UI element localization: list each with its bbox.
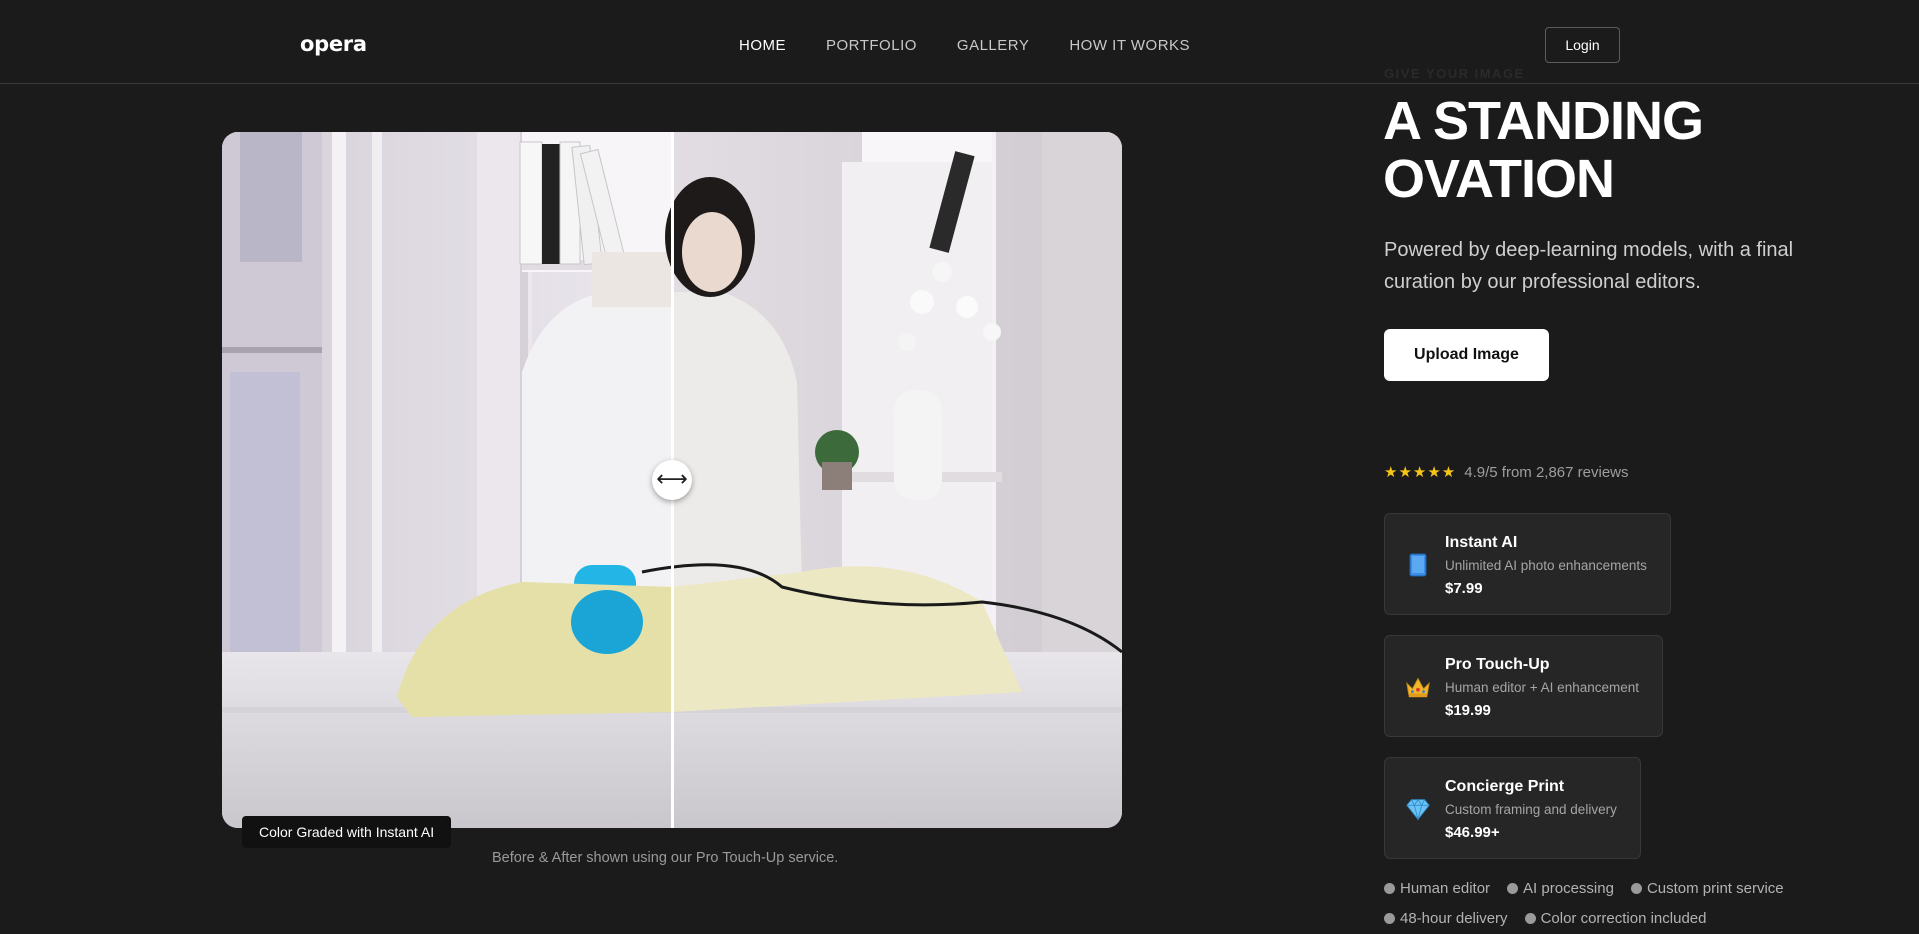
plan-card-pro-touch-up[interactable]: Pro Touch-Up Human editor + AI enhanceme… xyxy=(1384,635,1663,737)
feature-item: Human editor xyxy=(1384,880,1490,897)
nav-gallery[interactable]: GALLERY xyxy=(957,37,1029,54)
nav-home[interactable]: HOME xyxy=(739,37,786,54)
hero-subtitle: Powered by deep-learning models, with a … xyxy=(1384,239,1794,293)
tablet-icon xyxy=(1405,552,1431,578)
hero-title: A STANDING OVATION xyxy=(1383,91,1704,209)
hero-eyebrow: GIVE YOUR IMAGE xyxy=(1384,66,1525,81)
upload-image-button[interactable]: Upload Image xyxy=(1384,329,1549,381)
star-rating-icon: ★★★★★ xyxy=(1384,463,1457,481)
plan-desc: Human editor + AI enhancement xyxy=(1445,680,1639,695)
diamond-icon xyxy=(1405,796,1431,822)
plan-desc: Unlimited AI photo enhancements xyxy=(1445,558,1647,573)
crown-icon xyxy=(1405,674,1431,700)
feature-item: 48-hour delivery xyxy=(1384,910,1508,927)
compare-caption: Before & After shown using our Pro Touch… xyxy=(492,850,839,866)
plan-card-instant-ai[interactable]: Instant AI Unlimited AI photo enhancemen… xyxy=(1384,513,1671,615)
plan-price: $19.99 xyxy=(1445,702,1491,719)
compare-label: Color Graded with Instant AI xyxy=(242,816,452,848)
feature-item: Custom print service xyxy=(1631,880,1784,897)
plan-desc: Custom framing and delivery xyxy=(1445,802,1617,817)
plan-name: Instant AI xyxy=(1445,534,1518,551)
rating: ★★★★★ 4.9/5 from 2,867 reviews xyxy=(1384,463,1629,481)
plan-price: $46.99+ xyxy=(1445,824,1500,841)
plan-card-concierge-print[interactable]: Concierge Print Custom framing and deliv… xyxy=(1384,757,1641,859)
login-button[interactable]: Login xyxy=(1545,27,1620,63)
rating-text: 4.9/5 from 2,867 reviews xyxy=(1464,463,1629,481)
slider-handle[interactable]: ⟷ xyxy=(652,460,692,500)
feature-item: AI processing xyxy=(1507,880,1614,897)
main-nav: HOME PORTFOLIO GALLERY HOW IT WORKS xyxy=(739,37,1190,54)
feature-list: Human editor AI processing Custom print … xyxy=(1384,880,1824,927)
plan-price: $7.99 xyxy=(1445,580,1483,597)
feature-item: Color correction included xyxy=(1525,910,1707,927)
plan-name: Pro Touch-Up xyxy=(1445,656,1550,673)
site-header: opera HOME PORTFOLIO GALLERY HOW IT WORK… xyxy=(0,0,1919,84)
plan-name: Concierge Print xyxy=(1445,778,1565,795)
brand-logo[interactable]: opera xyxy=(300,32,367,56)
nav-how-it-works[interactable]: HOW IT WORKS xyxy=(1069,37,1190,54)
nav-portfolio[interactable]: PORTFOLIO xyxy=(826,37,917,54)
